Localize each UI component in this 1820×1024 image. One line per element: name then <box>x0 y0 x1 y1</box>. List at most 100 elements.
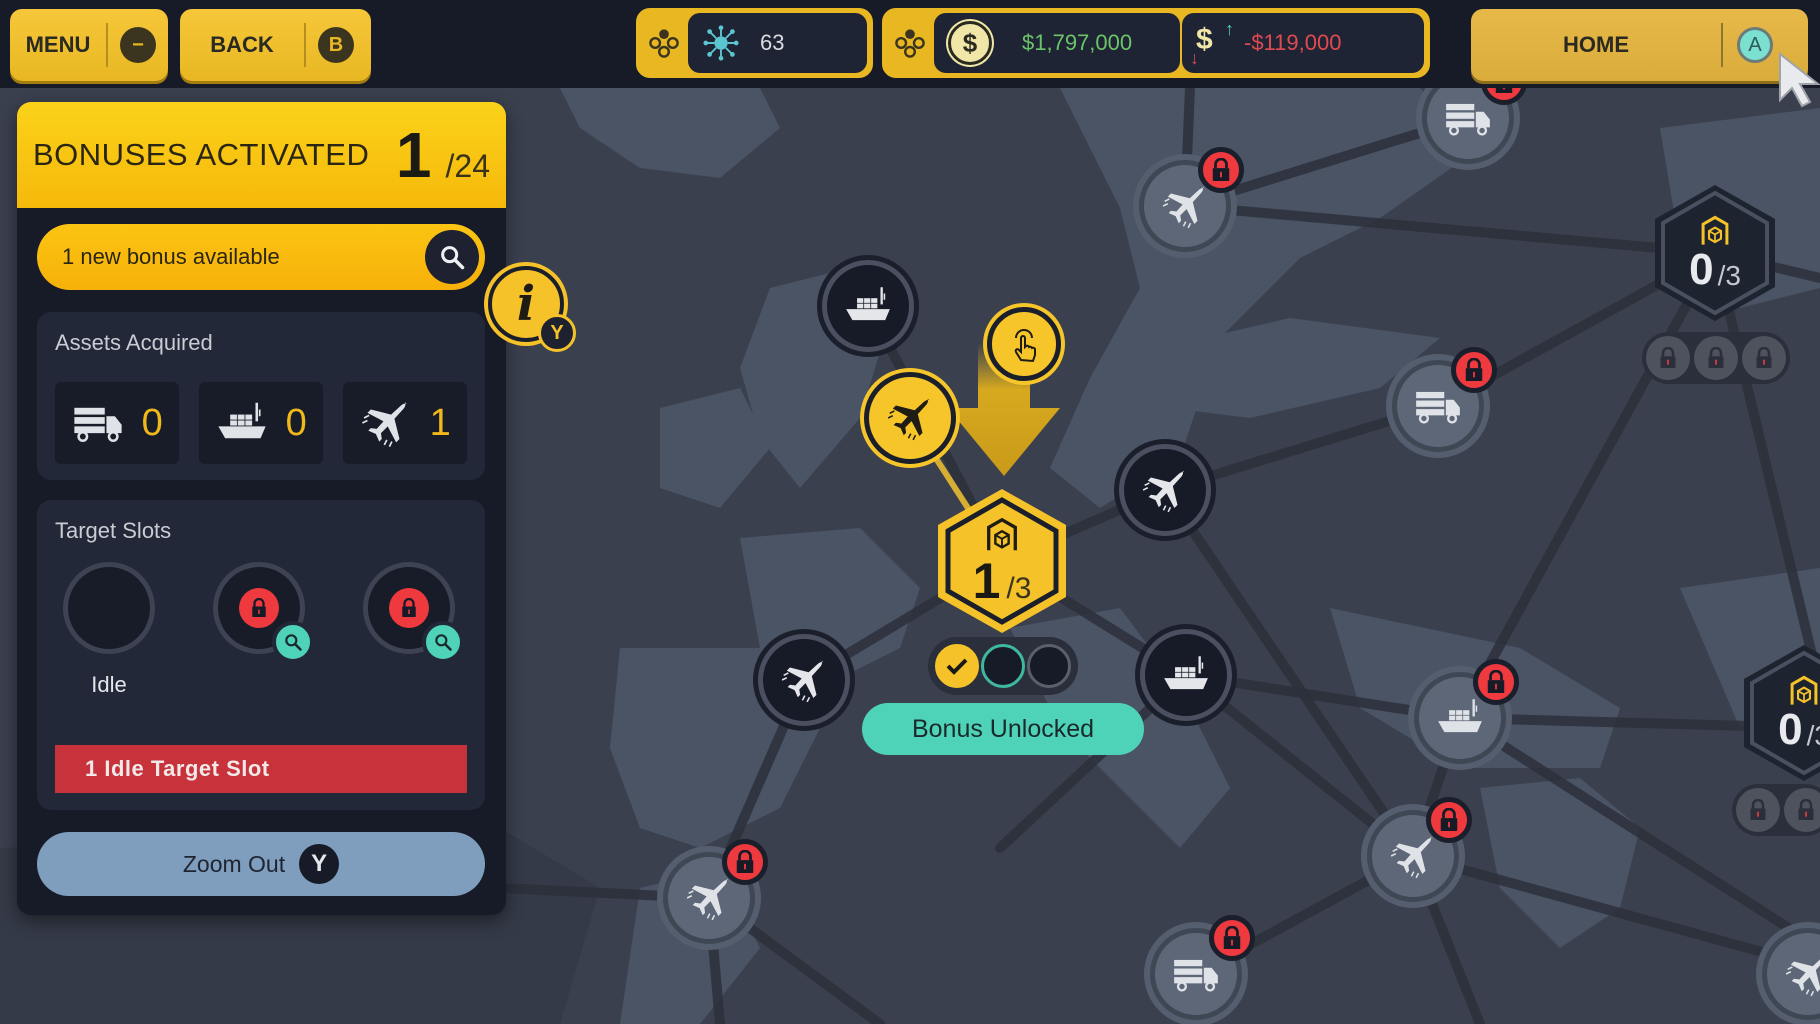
bonus-progress: 1 <box>972 553 1001 609</box>
plane-icon <box>684 873 734 923</box>
divider <box>106 23 108 67</box>
plane-icon <box>1783 949 1820 999</box>
lock-badge <box>722 839 768 885</box>
bonus-hex-locked[interactable]: 0 /3 <box>1742 643 1820 783</box>
ship-icon <box>215 396 269 450</box>
back-button[interactable]: BACK B <box>180 9 371 81</box>
active-bonus-hex[interactable]: 1 /3 <box>935 486 1069 636</box>
bonus-progress: 0 <box>1689 245 1714 294</box>
map-node-plane-locked[interactable] <box>1367 797 1472 902</box>
zoom-out-button[interactable]: Zoom Out Y <box>37 832 485 896</box>
bonus-panel: BONUSES ACTIVATED 1 /24 1 new bonus avai… <box>17 102 506 915</box>
profit-cell: $ ↑ ↓ -$119,000 <box>1182 13 1424 73</box>
profit-trend-icon: $ ↑ ↓ <box>1190 19 1234 68</box>
network-count: 63 <box>760 30 785 55</box>
network-stat[interactable]: 63 <box>636 8 873 78</box>
menu-button[interactable]: MENU − <box>10 9 168 81</box>
minus-button-icon: − <box>120 27 156 63</box>
search-icon[interactable] <box>272 621 314 663</box>
bonus-hex-locked[interactable]: 0 /3 <box>1653 183 1777 323</box>
lock-badge <box>1426 797 1472 843</box>
map-node-truck-locked[interactable] <box>1150 915 1255 1020</box>
target-slot-locked[interactable] <box>213 562 314 663</box>
network-count-cell: 63 <box>688 13 867 73</box>
assets-title: Assets Acquired <box>55 330 213 355</box>
lock-icon <box>389 588 429 628</box>
bonus-requirements <box>1732 784 1820 836</box>
ship-icon <box>1435 693 1485 743</box>
bonus-panel-header: BONUSES ACTIVATED 1 /24 <box>17 102 506 208</box>
map-node-ship[interactable] <box>1140 629 1232 721</box>
plane-icon <box>1388 831 1438 881</box>
bonus-requirements <box>1642 332 1790 384</box>
plane-icon <box>779 655 829 705</box>
tap-hint <box>987 307 1061 381</box>
lock-badge <box>1451 347 1497 393</box>
asset-plane: 1 <box>343 382 467 464</box>
lock-badge <box>1473 659 1519 705</box>
map-node-plane-acquired[interactable] <box>864 372 956 464</box>
lock-icon <box>1694 336 1738 380</box>
ship-icon <box>1161 650 1211 700</box>
target-slot-idle[interactable] <box>63 562 155 654</box>
asset-count: 0 <box>285 401 307 444</box>
step-empty <box>1027 644 1071 688</box>
lock-badge <box>1198 147 1244 193</box>
plane-icon <box>885 393 935 443</box>
lock-icon <box>1784 788 1820 832</box>
map-node-plane[interactable] <box>758 634 850 726</box>
lock-icon <box>1463 358 1485 382</box>
map-node-plane-locked[interactable] <box>1139 147 1244 252</box>
info-button[interactable]: i Y <box>488 266 576 352</box>
target-slot-locked[interactable] <box>363 562 464 663</box>
bonus-counter: 1 /24 <box>396 123 490 187</box>
map-node-ship[interactable] <box>822 260 914 352</box>
map-node-plane[interactable] <box>1119 444 1211 536</box>
divider <box>304 23 306 67</box>
mouse-cursor-icon <box>1779 52 1820 108</box>
lock-icon <box>1736 788 1780 832</box>
tap-hand-icon <box>1014 329 1036 363</box>
lock-icon <box>1485 670 1507 694</box>
finance-stat[interactable]: $ $1,797,000 $ ↑ ↓ -$119,000 <box>882 8 1430 78</box>
y-button-icon: Y <box>299 844 340 884</box>
search-icon <box>438 243 466 271</box>
map-node-truck-locked[interactable] <box>1392 347 1497 452</box>
profit-value: -$119,000 <box>1244 30 1342 55</box>
slots-title: Target Slots <box>55 518 172 543</box>
truck-icon <box>1443 93 1493 143</box>
map-node-ship-locked[interactable] <box>1414 659 1519 764</box>
back-label: BACK <box>210 32 274 57</box>
asset-ship: 0 <box>199 382 323 464</box>
dpad-icon <box>640 27 688 59</box>
bonus-step-indicator <box>928 637 1078 695</box>
truck-icon <box>1413 381 1463 431</box>
lock-icon <box>1438 808 1460 832</box>
plane-icon <box>1160 181 1210 231</box>
map-node-plane-locked[interactable] <box>663 839 768 944</box>
bonus-total: /3 <box>1006 572 1032 605</box>
info-icon: i <box>516 276 536 332</box>
checkmark-icon <box>946 658 968 675</box>
dollar-coin-icon: $ <box>948 21 992 65</box>
box-icon <box>983 516 1021 554</box>
lock-icon <box>239 588 279 628</box>
menu-label: MENU <box>25 32 91 57</box>
zoom-out-label: Zoom Out <box>182 850 286 877</box>
cash-cell: $ $1,797,000 <box>934 13 1180 73</box>
divider <box>1721 23 1723 67</box>
new-bonus-text: 1 new bonus available <box>62 244 280 269</box>
dpad-icon <box>886 27 934 59</box>
search-button[interactable] <box>425 230 479 284</box>
new-bonus-banner[interactable]: 1 new bonus available <box>37 224 485 290</box>
y-button-icon: Y <box>538 314 576 352</box>
plane-icon <box>1140 465 1190 515</box>
home-button[interactable]: HOME A <box>1471 9 1808 81</box>
lock-icon <box>1493 88 1515 94</box>
box-icon <box>1787 674 1820 708</box>
slot-idle-label: Idle <box>91 672 127 697</box>
a-button-icon: A <box>1737 27 1773 63</box>
search-icon[interactable] <box>422 621 464 663</box>
truck-icon <box>1171 949 1221 999</box>
bonus-progress: 0 <box>1778 705 1803 754</box>
